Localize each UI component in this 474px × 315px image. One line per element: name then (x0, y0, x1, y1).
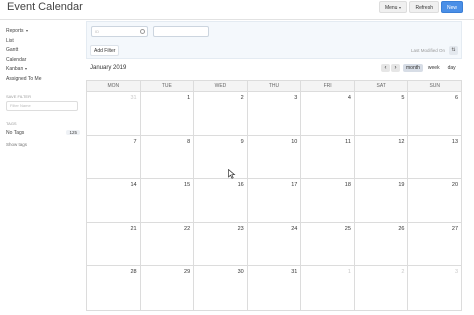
calendar-day-cell[interactable]: 21 (87, 222, 141, 266)
calendar-day-cell[interactable]: 10 (248, 135, 302, 179)
weekday-label: FRI (301, 81, 355, 91)
calendar-week-row: 28 29 30 31 1 2 3 (87, 266, 461, 310)
id-filter-placeholder: ID (95, 29, 99, 34)
calendar-day-cell[interactable]: 20 (408, 179, 461, 222)
sidebar: Reports List Gantt Calendar Kanban Assig… (6, 27, 80, 147)
page-title: Event Calendar (7, 1, 83, 13)
calendar-day-cell[interactable]: 7 (87, 135, 141, 179)
view-month-button[interactable]: month (403, 64, 423, 72)
refresh-button[interactable]: Refresh (409, 1, 439, 13)
search-icon (140, 29, 145, 34)
filter-bar: ID Add Filter Last Modified On ⇅ (86, 21, 462, 59)
calendar-day-cell[interactable]: 11 (301, 135, 355, 179)
caret-down-icon (25, 67, 28, 70)
sidebar-item-list[interactable]: List (6, 37, 80, 47)
calendar-day-cell[interactable]: 2 (355, 266, 409, 310)
add-filter-button[interactable]: Add Filter (90, 45, 120, 56)
calendar-day-cell[interactable]: 16 (194, 179, 248, 222)
calendar-day-cell[interactable]: 14 (87, 179, 141, 222)
sort-icon[interactable]: ⇅ (449, 46, 458, 55)
sidebar-item-assigned-to-me[interactable]: Assigned To Me (6, 75, 80, 85)
calendar-grid: MON TUE WED THU FRI SAT SUN 31 1 2 3 4 5 6 7 8 9 1… (86, 80, 462, 311)
calendar-day-cell[interactable]: 30 (194, 266, 248, 310)
caret-down-icon (25, 29, 28, 32)
weekday-label: MON (87, 81, 141, 91)
caret-down-icon (399, 6, 402, 9)
sidebar-item-label: Kanban (6, 66, 24, 72)
weekday-label: WED (194, 81, 248, 91)
calendar-day-cell[interactable]: 15 (141, 179, 195, 222)
sidebar-item-calendar[interactable]: Calendar (6, 56, 80, 66)
tag-label: No Tags (6, 129, 25, 136)
calendar-day-cell[interactable]: 13 (408, 136, 461, 179)
weekday-label: THU (248, 81, 302, 91)
calendar-day-cell[interactable]: 4 (301, 92, 355, 135)
calendar-day-cell[interactable]: 22 (141, 222, 195, 266)
tags-label: TAGS (6, 121, 17, 126)
calendar-day-cell[interactable]: 31 (248, 266, 302, 310)
weekday-label: TUE (141, 81, 195, 91)
filter-name-input[interactable]: Filter Name (6, 101, 78, 111)
calendar-day-cell[interactable]: 2 (194, 92, 248, 135)
calendar-week-row: 31 1 2 3 4 5 6 (87, 92, 461, 136)
save-filter-label: SAVE FILTER (6, 94, 31, 99)
calendar-day-cell[interactable]: 29 (141, 266, 195, 310)
view-week-button[interactable]: week (425, 64, 443, 72)
calendar-day-cell[interactable]: 6 (408, 92, 461, 135)
calendar-week-row: 7 8 9 10 11 12 13 (87, 135, 461, 180)
chevron-right-icon[interactable]: › (391, 64, 400, 72)
header-actions: Menu Refresh New (378, 1, 463, 13)
weekday-label: SUN (429, 83, 441, 89)
calendar-day-cell[interactable]: 18 (301, 179, 355, 222)
sidebar-item-label: Reports (6, 28, 24, 34)
calendar-day-cell[interactable]: 8 (141, 135, 195, 179)
calendar-day-cell[interactable]: 9 (194, 135, 248, 179)
menu-label: Menu (384, 5, 398, 11)
weekday-header: MON TUE WED THU FRI SAT SUN (87, 81, 461, 92)
new-button[interactable]: New (440, 1, 463, 13)
calendar-day-cell[interactable]: 25 (301, 222, 355, 266)
calendar-day-cell[interactable]: 28 (87, 266, 141, 310)
calendar-day-cell[interactable]: 19 (355, 179, 409, 222)
calendar-day-cell[interactable]: 3 (248, 92, 302, 135)
calendar-day-cell[interactable]: 26 (355, 222, 409, 266)
sidebar-item-kanban[interactable]: Kanban (6, 65, 80, 75)
calendar-day-cell[interactable]: 31 (87, 92, 141, 135)
calendar-day-cell[interactable]: 1 (301, 266, 355, 310)
calendar-nav: ‹ › (381, 64, 400, 72)
menu-button[interactable]: Menu (378, 1, 408, 13)
calendar-day-cell[interactable]: 5 (355, 92, 409, 135)
tag-count-badge: 125 (66, 130, 80, 135)
show-tags-link[interactable]: Show tags (6, 142, 80, 147)
sidebar-item-reports[interactable]: Reports (6, 27, 80, 37)
sidebar-item-gantt[interactable]: Gantt (6, 46, 80, 56)
header-divider (0, 19, 474, 20)
calendar-day-cell[interactable]: 17 (248, 179, 302, 222)
weekday-label: SAT (355, 81, 409, 91)
calendar-day-cell[interactable]: 24 (248, 222, 302, 266)
calendar-week-row: 14 15 16 17 18 19 20 (87, 179, 461, 223)
calendar-day-cell[interactable]: 12 (355, 135, 409, 179)
calendar-view-switch: month week day (403, 64, 459, 72)
chevron-left-icon[interactable]: ‹ (381, 64, 390, 72)
calendar-day-cell[interactable]: 1 (141, 92, 195, 135)
last-modified-sort[interactable]: Last Modified On (411, 48, 445, 53)
view-day-button[interactable]: day (445, 64, 459, 72)
calendar-day-cell[interactable]: 3 (408, 266, 461, 310)
calendar-day-cell[interactable]: 27 (408, 223, 461, 266)
filter-text-input[interactable] (153, 26, 209, 37)
calendar-day-cell[interactable]: 23 (194, 222, 248, 266)
calendar-week-row: 21 22 23 24 25 26 27 (87, 222, 461, 267)
tag-item-no-tags[interactable]: No Tags 125 (6, 128, 80, 137)
id-filter-input[interactable]: ID (91, 26, 148, 37)
mouse-cursor-icon (228, 166, 236, 184)
calendar-month-title: January 2019 (90, 65, 127, 71)
